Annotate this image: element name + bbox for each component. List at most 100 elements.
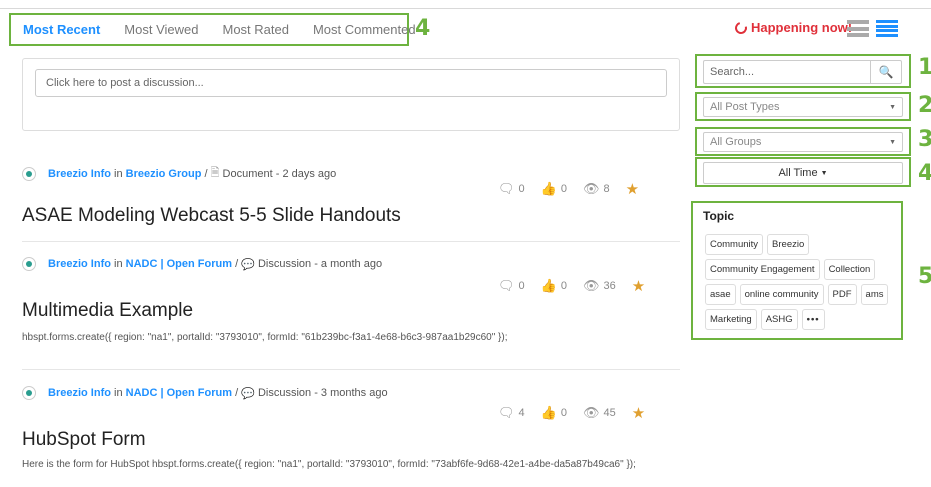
topic-widget: Topic Community Breezio Community Engage… <box>691 201 903 340</box>
like-icon[interactable]: 👍 <box>541 405 557 421</box>
like-icon[interactable]: 👍 <box>541 278 557 294</box>
author-link[interactable]: Breezio Info <box>48 258 111 270</box>
comment-icon[interactable]: 🗨 <box>498 181 515 197</box>
post-meta: Breezio Info in Breezio Group / 🗎 Docume… <box>22 164 336 183</box>
post-title[interactable]: HubSpot Form <box>22 429 146 451</box>
author-link[interactable]: Breezio Info <box>48 387 111 399</box>
comment-count: 4 <box>518 407 525 419</box>
time-value: All Time <box>778 167 818 179</box>
star-icon[interactable]: ★ <box>632 404 645 422</box>
tag[interactable]: Marketing <box>705 309 757 330</box>
groups-select[interactable]: All Groups ▼ <box>703 132 903 152</box>
post-time: - 2 days ago <box>275 167 337 180</box>
search-widget: Search... 🔍 <box>695 54 911 88</box>
tag[interactable]: Community <box>705 234 764 255</box>
post-meta: Breezio Info in NADC | Open Forum / 💬 Di… <box>22 386 388 400</box>
star-icon[interactable]: ★ <box>632 277 645 295</box>
group-link[interactable]: NADC | Open Forum <box>126 258 232 270</box>
annotation-number: 1 <box>918 55 931 80</box>
discussion-icon: 💬 <box>241 387 255 400</box>
group-link[interactable]: NADC | Open Forum <box>126 387 232 399</box>
view-count: 45 <box>603 407 616 419</box>
annotation-number: 4 <box>918 161 931 186</box>
avatar[interactable] <box>22 386 36 400</box>
annotation-number: 2 <box>918 93 931 118</box>
author-link[interactable]: Breezio Info <box>48 168 111 180</box>
eye-icon: 👁 <box>582 405 600 420</box>
view-count: 8 <box>603 183 610 195</box>
meta-separator: / <box>204 167 208 180</box>
meta-separator: / <box>235 258 239 270</box>
divider <box>22 369 680 370</box>
tag[interactable]: Collection <box>823 259 876 280</box>
post-type: Document <box>222 167 273 180</box>
live-ring-icon <box>732 19 750 36</box>
all-time-dropdown[interactable]: All Time ▼ <box>703 162 903 184</box>
post-excerpt: Here is the form for HubSpot hbspt.forms… <box>22 459 636 470</box>
post-title[interactable]: ASAE Modeling Webcast 5-5 Slide Handouts <box>22 205 401 227</box>
more-tags-button[interactable]: ••• <box>801 309 825 330</box>
comment-count: 0 <box>518 183 525 195</box>
top-divider <box>0 8 931 9</box>
tag[interactable]: ams <box>860 284 889 305</box>
groups-widget: All Groups ▼ <box>695 127 911 156</box>
in-label: in <box>114 258 123 270</box>
tag[interactable]: Breezio <box>767 234 810 255</box>
topic-title: Topic <box>703 209 735 223</box>
like-icon[interactable]: 👍 <box>541 181 557 197</box>
caret-down-icon: ▼ <box>820 169 828 177</box>
chevron-down-icon: ▼ <box>889 103 896 111</box>
post-stats: 🗨 0 👍 0 👁 36 ★ <box>498 277 645 295</box>
avatar[interactable] <box>22 257 36 271</box>
divider <box>22 241 680 242</box>
tag[interactable]: PDF <box>827 284 857 305</box>
post-type: Discussion <box>257 387 312 399</box>
document-icon: 🗎 <box>210 167 220 179</box>
grid-view-icon[interactable] <box>847 20 869 37</box>
in-label: in <box>114 167 123 180</box>
tag[interactable]: ASHG <box>760 309 798 330</box>
post-types-value: All Post Types <box>710 101 780 113</box>
groups-value: All Groups <box>710 136 762 148</box>
comment-icon[interactable]: 🗨 <box>498 278 515 294</box>
post-excerpt: hbspt.forms.create({ region: "na1", port… <box>22 332 508 343</box>
comment-icon[interactable]: 🗨 <box>498 405 515 421</box>
comment-count: 0 <box>518 280 525 292</box>
post-type: Discussion <box>257 258 312 270</box>
like-count: 0 <box>560 407 567 419</box>
tag-cloud: Community Breezio Community Engagement C… <box>705 234 897 330</box>
star-icon[interactable]: ★ <box>626 180 639 198</box>
annotation-number: 5 <box>918 264 931 289</box>
time-widget: All Time ▼ <box>695 157 911 187</box>
post-title[interactable]: Multimedia Example <box>22 300 193 322</box>
like-count: 0 <box>560 183 567 195</box>
tag[interactable]: asae <box>705 284 736 305</box>
tab-most-commented[interactable]: Most Commented <box>313 22 416 37</box>
tag[interactable]: online community <box>739 284 824 305</box>
view-count: 36 <box>603 280 616 292</box>
search-icon[interactable]: 🔍 <box>870 60 902 84</box>
post-types-widget: All Post Types ▼ <box>695 92 911 121</box>
tag[interactable]: Community Engagement <box>705 259 820 280</box>
tab-most-recent[interactable]: Most Recent <box>23 22 100 37</box>
happening-now-link[interactable]: Happening now! <box>732 19 853 36</box>
post-stats: 🗨 0 👍 0 👁 8 ★ <box>498 180 639 198</box>
post-time: - 3 months ago <box>314 387 388 399</box>
happening-label: Happening now! <box>751 20 853 35</box>
group-link[interactable]: Breezio Group <box>126 168 202 180</box>
eye-icon: 👁 <box>582 278 600 293</box>
like-count: 0 <box>560 280 567 292</box>
tab-most-rated[interactable]: Most Rated <box>222 22 288 37</box>
eye-icon: 👁 <box>582 181 600 196</box>
sort-tabs: Most Recent Most Viewed Most Rated Most … <box>9 13 416 46</box>
post-types-select[interactable]: All Post Types ▼ <box>703 97 903 117</box>
annotation-number: 3 <box>918 127 931 152</box>
avatar[interactable] <box>22 166 36 181</box>
search-input[interactable]: Search... <box>703 60 870 84</box>
post-discussion-input[interactable]: Click here to post a discussion... <box>35 69 667 97</box>
discussion-icon: 💬 <box>241 258 255 271</box>
list-view-icon[interactable] <box>876 20 898 37</box>
post-stats: 🗨 4 👍 0 👁 45 ★ <box>498 404 645 422</box>
tab-most-viewed[interactable]: Most Viewed <box>124 22 198 37</box>
post-time: - a month ago <box>314 258 383 270</box>
